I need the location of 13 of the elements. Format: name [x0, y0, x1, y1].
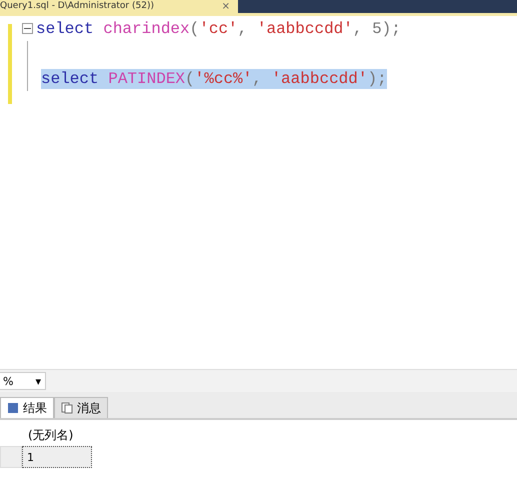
code-line: select charindex('cc', 'aabbccdd', 5); [36, 18, 401, 38]
document-icon [61, 402, 73, 414]
close-icon[interactable]: × [222, 1, 230, 12]
row-header [0, 446, 22, 468]
tab-title: Query1.sql - D\Administrator (52)) [0, 1, 154, 12]
result-tab[interactable]: 消息 [54, 397, 108, 418]
collapse-icon[interactable] [22, 23, 33, 34]
table-cell[interactable]: 1 [22, 446, 92, 468]
column-header: (无列名) [27, 426, 74, 444]
result-tab[interactable]: 结果 [0, 397, 54, 418]
grid-icon [7, 402, 19, 414]
document-tab[interactable]: Query1.sql - D\Administrator (52)) × [0, 0, 238, 13]
zoom-dropdown[interactable]: % ▾ [0, 372, 46, 390]
